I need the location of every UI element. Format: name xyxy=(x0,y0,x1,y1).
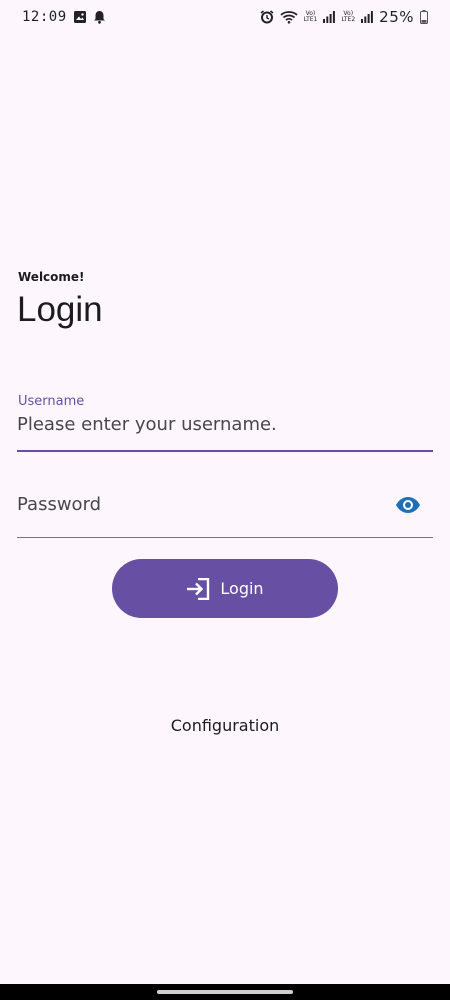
status-left: 12:09 xyxy=(22,9,106,25)
alarm-icon xyxy=(260,10,274,24)
login-button-label: Login xyxy=(220,579,264,598)
battery-icon xyxy=(420,10,428,24)
page-title: Login xyxy=(17,290,103,329)
password-visibility-toggle[interactable] xyxy=(393,490,423,520)
password-input[interactable] xyxy=(17,494,377,515)
configuration-link[interactable]: Configuration xyxy=(0,716,450,735)
signal-icon xyxy=(361,11,374,23)
signal-icon xyxy=(323,11,336,23)
status-time: 12:09 xyxy=(22,9,67,25)
username-label: Username xyxy=(18,394,85,409)
sim1-label-bottom: LTE1 xyxy=(303,16,318,23)
sim2-label-bottom: LTE2 xyxy=(341,16,356,23)
username-field[interactable]: Username xyxy=(17,386,433,452)
username-input[interactable] xyxy=(17,414,433,435)
welcome-text: Welcome! xyxy=(18,270,85,284)
sim1-label: Vo) LTE1 xyxy=(304,11,318,23)
image-icon xyxy=(73,10,87,24)
home-gesture-handle[interactable] xyxy=(157,990,293,994)
sim2-label: Vo) LTE2 xyxy=(341,11,355,23)
password-field[interactable] xyxy=(17,478,433,538)
wifi-icon xyxy=(279,10,298,24)
eye-icon xyxy=(395,496,421,514)
status-right: Vo) LTE1 Vo) LTE2 25% xyxy=(260,8,428,26)
notification-bell-icon xyxy=(93,10,106,24)
navigation-bar xyxy=(0,984,450,1000)
battery-percentage: 25% xyxy=(379,8,414,26)
status-bar: 12:09 Vo) LTE1 Vo) LTE2 25% xyxy=(0,0,450,34)
login-button[interactable]: Login xyxy=(112,559,338,618)
login-icon xyxy=(186,577,210,600)
